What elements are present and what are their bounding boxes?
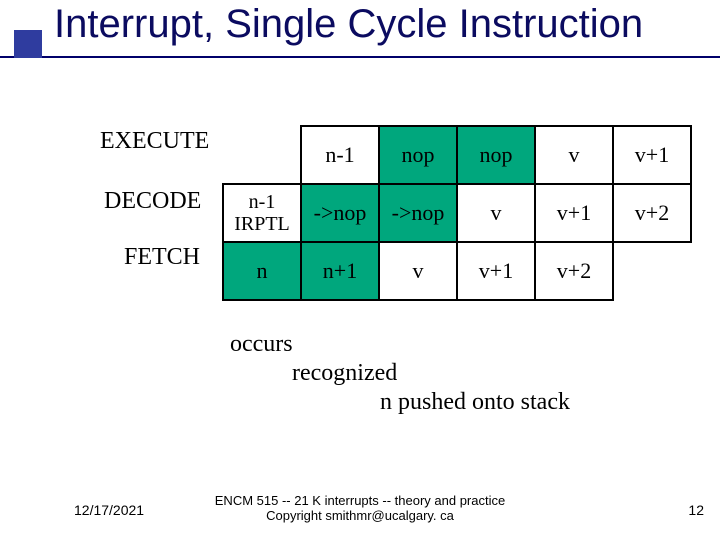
event-recognized: recognized xyxy=(230,359,570,388)
table-row: n-1 nop nop v v+1 xyxy=(223,126,691,184)
cell: v+2 xyxy=(535,242,613,300)
title-bar: Interrupt, Single Cycle Instruction xyxy=(0,0,720,58)
cell: v+2 xyxy=(613,184,691,242)
cell: v+1 xyxy=(535,184,613,242)
cell: nop xyxy=(457,126,535,184)
cell: ->nop xyxy=(379,184,457,242)
label-decode: DECODE xyxy=(104,188,201,215)
label-execute: EXECUTE xyxy=(100,128,209,155)
cell: v+1 xyxy=(457,242,535,300)
cell xyxy=(223,126,301,184)
cell: v+1 xyxy=(613,126,691,184)
cell: v xyxy=(535,126,613,184)
footer: 12/17/2021 ENCM 515 -- 21 K interrupts -… xyxy=(0,480,720,528)
footer-line2: Copyright smithmr@ucalgary. ca xyxy=(266,508,454,523)
table-row: n-1IRPTL ->nop ->nop v v+1 v+2 xyxy=(223,184,691,242)
cell: n-1IRPTL xyxy=(223,184,301,242)
cell: v xyxy=(457,184,535,242)
pipeline-table: n-1 nop nop v v+1 n-1IRPTL ->nop ->nop v… xyxy=(222,125,692,301)
title-square-icon xyxy=(14,30,42,58)
cell: n-1 xyxy=(301,126,379,184)
footer-line1: ENCM 515 -- 21 K interrupts -- theory an… xyxy=(215,493,505,508)
label-fetch: FETCH xyxy=(124,244,200,271)
footer-page-number: 12 xyxy=(688,502,704,518)
cell xyxy=(613,242,691,300)
cell: n xyxy=(223,242,301,300)
cell: v xyxy=(379,242,457,300)
cell: ->nop xyxy=(301,184,379,242)
footer-center: ENCM 515 -- 21 K interrupts -- theory an… xyxy=(0,493,720,524)
events-text: occurs recognized n pushed onto stack xyxy=(230,330,570,416)
slide-title: Interrupt, Single Cycle Instruction xyxy=(54,2,643,47)
cell: nop xyxy=(379,126,457,184)
event-pushed: n pushed onto stack xyxy=(230,388,570,417)
table-row: n n+1 v v+1 v+2 xyxy=(223,242,691,300)
cell-text: n-1IRPTL xyxy=(234,191,290,235)
cell: n+1 xyxy=(301,242,379,300)
event-occurs: occurs xyxy=(230,330,570,359)
